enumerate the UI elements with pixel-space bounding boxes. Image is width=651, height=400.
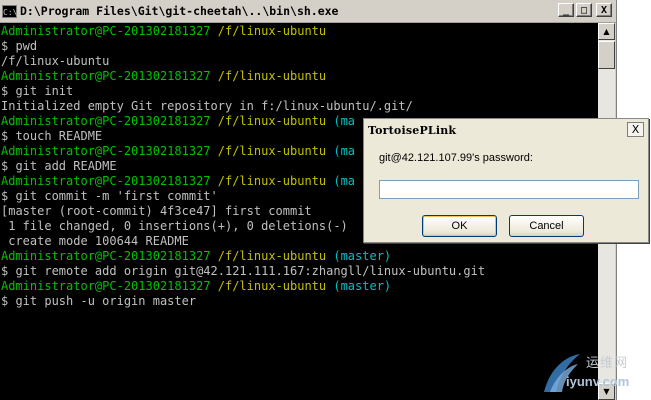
console-app-icon[interactable]: C:\ <box>2 4 17 18</box>
console-titlebar[interactable]: C:\ D:\Program Files\Git\git-cheetah\..\… <box>0 0 616 23</box>
console-title: D:\Program Files\Git\git-cheetah\..\bin\… <box>20 4 339 18</box>
console-text-path: /f/linux-ubuntu <box>217 69 327 83</box>
console-text-branch: (ma <box>333 144 356 158</box>
console-line: $ git remote add origin git@42.121.111.1… <box>1 264 598 279</box>
console-text-path: /f/linux-ubuntu <box>217 174 334 188</box>
console-text-out: $ git push -u origin master <box>1 294 197 308</box>
console-text-out: $ git remote add origin git@42.121.111.1… <box>1 264 486 278</box>
console-line: $ git push -u origin master <box>1 294 598 309</box>
window-controls: _ □ X <box>558 3 612 17</box>
console-line: $ git init <box>1 84 598 99</box>
console-text-user: Administrator@PC-201302181327 <box>1 279 218 293</box>
console-text-user: Administrator@PC-201302181327 <box>1 144 218 158</box>
scroll-up-arrow-icon[interactable]: ▲ <box>598 23 615 40</box>
plink-password-dialog: TortoisePLink X git@42.121.107.99's pass… <box>363 118 649 243</box>
console-text-out: Initialized empty Git repository in f:/l… <box>1 99 413 113</box>
console-text-branch: (ma <box>333 174 356 188</box>
watermark: 运维网 iyunv.com <box>536 348 646 398</box>
desktop: C:\ D:\Program Files\Git\git-cheetah\..\… <box>0 0 651 400</box>
console-text-path: /f/linux-ubuntu <box>217 279 334 293</box>
watermark-logo-icon <box>544 354 580 392</box>
console-text-out: $ pwd <box>1 39 38 53</box>
console-text-path: /f/linux-ubuntu <box>217 144 334 158</box>
console-text-out: /f/linux-ubuntu <box>1 54 110 68</box>
console-line: Administrator@PC-201302181327 /f/linux-u… <box>1 279 598 294</box>
dialog-titlebar[interactable]: TortoisePLink X <box>364 119 648 141</box>
console-text-out: $ git commit -m 'first commit' <box>1 189 218 203</box>
console-line: Administrator@PC-201302181327 /f/linux-u… <box>1 249 598 264</box>
console-text-out: $ git add README <box>1 159 117 173</box>
dialog-title: TortoisePLink <box>368 123 457 137</box>
watermark-cn-text: 运维网 <box>586 356 629 371</box>
password-input[interactable] <box>379 180 639 199</box>
cancel-button[interactable]: Cancel <box>509 215 584 237</box>
console-line: Administrator@PC-201302181327 /f/linux-u… <box>1 24 598 39</box>
console-text-out: $ touch README <box>1 129 103 143</box>
console-text-user: Administrator@PC-201302181327 <box>1 24 218 38</box>
ok-button[interactable]: OK <box>422 215 497 237</box>
console-line: /f/linux-ubuntu <box>1 54 598 69</box>
console-line: Initialized empty Git repository in f:/l… <box>1 99 598 114</box>
console-line: $ pwd <box>1 39 598 54</box>
console-text-user: Administrator@PC-201302181327 <box>1 174 218 188</box>
console-text-path: /f/linux-ubuntu <box>217 24 327 38</box>
console-text-user: Administrator@PC-201302181327 <box>1 249 218 263</box>
console-text-path: /f/linux-ubuntu <box>217 114 334 128</box>
maximize-button[interactable]: □ <box>576 3 592 17</box>
password-prompt: git@42.121.107.99's password: <box>379 152 533 164</box>
console-text-user: Administrator@PC-201302181327 <box>1 69 218 83</box>
console-text-out: create mode 100644 README <box>1 234 189 248</box>
console-text-branch: (ma <box>333 114 356 128</box>
close-button[interactable]: X <box>596 3 612 17</box>
console-text-user: Administrator@PC-201302181327 <box>1 114 218 128</box>
console-text-branch: (master) <box>333 249 392 263</box>
console-text-branch: (master) <box>333 279 392 293</box>
console-line: Administrator@PC-201302181327 /f/linux-u… <box>1 69 598 84</box>
scroll-thumb[interactable] <box>598 41 615 69</box>
dialog-close-button[interactable]: X <box>627 122 644 137</box>
console-text-out: [master (root-commit) 4f3ce47] first com… <box>1 204 312 218</box>
console-text-path: /f/linux-ubuntu <box>217 249 334 263</box>
minimize-button[interactable]: _ <box>558 3 574 17</box>
console-text-out: 1 file changed, 0 insertions(+), 0 delet… <box>1 219 348 233</box>
watermark-url-text: iyunv.com <box>566 374 630 389</box>
console-text-out: $ git init <box>1 84 74 98</box>
